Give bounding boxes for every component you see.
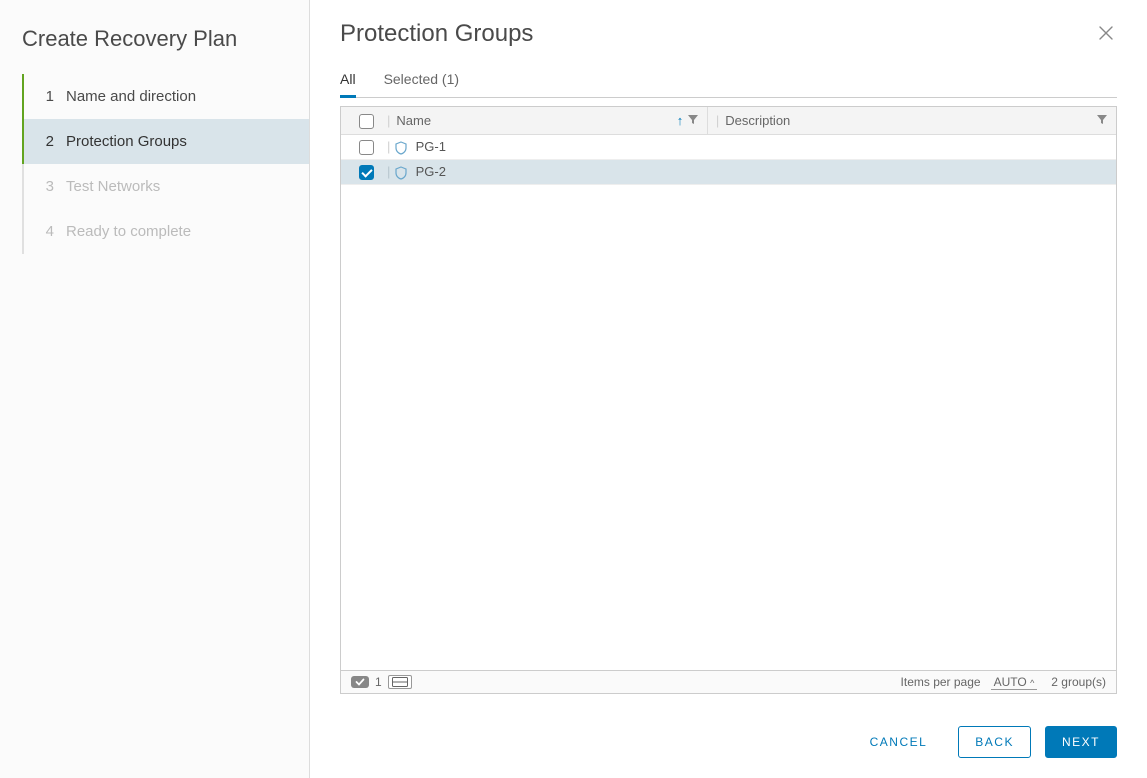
row-description bbox=[707, 135, 1116, 160]
step-label: Test Networks bbox=[66, 178, 160, 195]
step-ready-to-complete: 4 Ready to complete bbox=[22, 209, 309, 254]
column-header-name[interactable]: Name bbox=[396, 113, 431, 128]
wizard-main: Protection Groups All Selected (1) bbox=[310, 0, 1147, 778]
selected-count: 1 bbox=[375, 675, 382, 689]
close-button[interactable] bbox=[1095, 20, 1117, 49]
total-count: 2 group(s) bbox=[1051, 675, 1106, 689]
wizard-sidebar: Create Recovery Plan 1 Name and directio… bbox=[0, 0, 310, 778]
items-per-page-select[interactable]: AUTO ^ bbox=[991, 675, 1038, 690]
table-empty-space bbox=[341, 185, 1116, 670]
selected-badge[interactable] bbox=[351, 676, 369, 688]
column-divider: | bbox=[387, 113, 390, 128]
shield-icon bbox=[394, 141, 408, 155]
filter-icon[interactable] bbox=[687, 113, 699, 128]
step-label: Name and direction bbox=[66, 88, 196, 105]
page-title: Protection Groups bbox=[340, 20, 533, 48]
column-settings-button[interactable] bbox=[388, 675, 412, 689]
column-divider: | bbox=[716, 113, 719, 128]
cell-divider: | bbox=[387, 164, 390, 179]
row-checkbox[interactable] bbox=[359, 165, 374, 180]
step-name-and-direction[interactable]: 1 Name and direction bbox=[22, 74, 309, 119]
back-button[interactable]: BACK bbox=[958, 726, 1031, 758]
step-number: 4 bbox=[42, 223, 54, 240]
next-button[interactable]: NEXT bbox=[1045, 726, 1117, 758]
step-label: Ready to complete bbox=[66, 223, 191, 240]
wizard-actions: CANCEL BACK NEXT bbox=[310, 694, 1147, 778]
columns-icon bbox=[392, 677, 408, 687]
protection-groups-table: | Name ↑ bbox=[340, 106, 1117, 671]
sort-ascending-icon[interactable]: ↑ bbox=[677, 113, 684, 128]
row-description bbox=[707, 160, 1116, 185]
step-number: 1 bbox=[42, 88, 54, 105]
shield-icon bbox=[394, 166, 408, 180]
cancel-button[interactable]: CANCEL bbox=[853, 726, 945, 758]
row-checkbox[interactable] bbox=[359, 140, 374, 155]
row-name: PG-2 bbox=[416, 164, 446, 179]
tab-all[interactable]: All bbox=[340, 71, 356, 98]
tab-selected[interactable]: Selected (1) bbox=[384, 71, 459, 98]
close-icon bbox=[1099, 24, 1113, 44]
table-row[interactable]: | PG-2 bbox=[341, 160, 1116, 185]
items-per-page-label: Items per page bbox=[901, 675, 981, 689]
wizard-title: Create Recovery Plan bbox=[0, 18, 309, 74]
table-footer: 1 Items per page AUTO ^ 2 group(s) bbox=[340, 671, 1117, 694]
wizard-steps: 1 Name and direction 2 Protection Groups… bbox=[22, 74, 309, 254]
select-all-checkbox[interactable] bbox=[359, 114, 374, 129]
step-number: 2 bbox=[42, 133, 54, 150]
row-name: PG-1 bbox=[416, 139, 446, 154]
step-test-networks: 3 Test Networks bbox=[22, 164, 309, 209]
step-number: 3 bbox=[42, 178, 54, 195]
table-row[interactable]: | PG-1 bbox=[341, 135, 1116, 160]
column-header-description[interactable]: Description bbox=[725, 113, 790, 128]
step-label: Protection Groups bbox=[66, 133, 187, 150]
chevron-up-icon: ^ bbox=[1030, 678, 1034, 688]
cell-divider: | bbox=[387, 139, 390, 154]
tabs: All Selected (1) bbox=[340, 71, 1117, 98]
filter-icon[interactable] bbox=[1096, 113, 1108, 128]
step-protection-groups[interactable]: 2 Protection Groups bbox=[22, 119, 309, 164]
